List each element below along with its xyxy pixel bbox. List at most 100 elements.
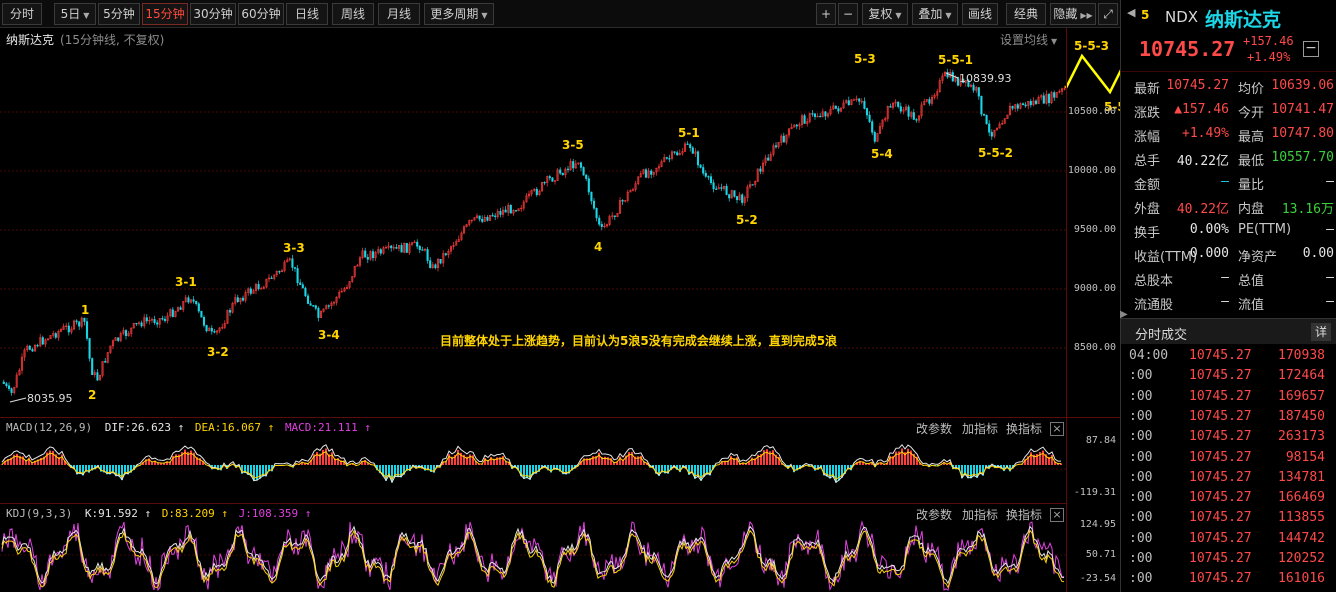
macd-panel[interactable]: MACD(12,26,9) DIF:26.623 ↑ DEA:16.067 ↑ … [0, 418, 1066, 504]
kdj-axis-mid: 50.71 [1085, 549, 1116, 560]
candle-body [819, 115, 822, 118]
candle-body [444, 253, 447, 256]
candle-body [179, 307, 182, 310]
tick-time: 04:00 [1129, 348, 1169, 363]
tick-time: :00 [1129, 551, 1153, 566]
candle-body [741, 194, 744, 203]
quote-value: — [1326, 222, 1334, 237]
macd-axis-bottom: -119.31 [1073, 487, 1116, 498]
tick-price: 10745.27 [1189, 571, 1252, 587]
ticks-detail-button[interactable]: 详 [1311, 323, 1331, 341]
macd-add-indicator-button[interactable]: 加指标 [962, 420, 998, 437]
candle-body [699, 164, 702, 168]
candle-body [202, 316, 206, 326]
quote-value: 10747.80 [1271, 126, 1334, 141]
candle-body [1029, 101, 1032, 106]
tick-volume: 120252 [1278, 551, 1325, 566]
candle-body [228, 310, 232, 313]
kdj-k-value: K:91.592 ↑ [84, 507, 152, 520]
wave-label: 5-1 [678, 126, 700, 140]
wave-label: 3-5 [562, 138, 584, 152]
candle-body [135, 322, 138, 325]
candle-body [585, 174, 588, 179]
price-tick: 8500.00 [1073, 342, 1116, 353]
candle-body [725, 185, 728, 195]
candle-body [434, 264, 437, 269]
kdj-panel[interactable]: KDJ(9,3,3) K:91.592 ↑ D:83.209 ↑ J:108.3… [0, 504, 1066, 592]
candle-body [709, 176, 713, 184]
low-price-text: 8035.95 [27, 392, 73, 405]
tick-time: :00 [1129, 388, 1153, 404]
tick-time: :00 [1129, 408, 1153, 424]
quote-value: 0.00 [1302, 246, 1334, 261]
candle-body [304, 287, 307, 297]
tick-price: 10745.27 [1189, 469, 1252, 485]
candle-body [728, 194, 731, 199]
side-collapse-arrow-icon[interactable]: ▶ [1120, 300, 1128, 330]
macd-close-icon[interactable]: × [1050, 422, 1064, 436]
candle-body [31, 349, 34, 352]
candle-body [426, 249, 429, 261]
candle-body [494, 215, 497, 218]
tick-row: :00 10745.27 263173 [1129, 429, 1336, 449]
kdj-switch-indicator-button[interactable]: 换指标 [1006, 506, 1042, 523]
high-price-marker: 10839.93 [945, 72, 1012, 85]
candle-body [210, 327, 213, 332]
candle-body [5, 383, 8, 386]
kdj-close-icon[interactable]: × [1050, 508, 1064, 522]
candle-body [548, 176, 551, 179]
kdj-edit-params-button[interactable]: 改参数 [916, 506, 952, 523]
candle-body [514, 210, 518, 212]
quote-key: 量比 [1238, 178, 1265, 193]
price-change-pct: +1.49% [1247, 50, 1291, 64]
analysis-annotation: 目前整体处于上涨趋势，目前认为5浪5没有完成会继续上涨，直到完成5浪 [440, 333, 837, 348]
candle-body [88, 338, 91, 359]
candle-body [813, 113, 817, 117]
macd-switch-indicator-button[interactable]: 换指标 [1006, 420, 1042, 437]
candle-body [824, 111, 827, 117]
tick-row: :00 10745.27 134781 [1129, 470, 1336, 490]
candle-body [278, 271, 281, 273]
candle-body [915, 119, 918, 121]
collapse-quote-icon[interactable]: − [1303, 41, 1319, 57]
price-axis: 10500.00 10000.00 9500.00 9000.00 8500.0… [1066, 28, 1120, 592]
candle-body [491, 215, 494, 217]
candle-body [291, 258, 294, 268]
tick-time: :00 [1129, 530, 1153, 546]
candle-body [572, 161, 575, 169]
price-tick: 9000.00 [1073, 283, 1116, 294]
candle-body [1047, 94, 1051, 103]
high-price-text: 10839.93 [959, 72, 1012, 85]
quote-value: — [1326, 174, 1334, 189]
candle-body [163, 318, 167, 321]
candle-body [551, 177, 554, 182]
quote-row: 涨跌 ▲157.46 今开 10741.47 [1134, 102, 1334, 124]
candle-body [299, 282, 302, 285]
macd-edit-params-button[interactable]: 改参数 [916, 420, 952, 437]
candle-body [78, 321, 81, 327]
kdj-add-indicator-button[interactable]: 加指标 [962, 506, 998, 523]
candle-body [712, 182, 715, 190]
candle-body [733, 190, 736, 197]
tick-row: 04:00 10745.27 170938 [1129, 348, 1336, 368]
candle-body [301, 284, 304, 289]
candle-body [2, 381, 5, 384]
candle-body [171, 309, 174, 317]
divider [1121, 71, 1336, 72]
candle-body [192, 299, 195, 302]
tick-price: 10745.27 [1189, 510, 1252, 526]
quote-value: 40.22亿 [1176, 154, 1229, 169]
quote-key: 最低 [1238, 154, 1265, 169]
wave-label: 5-5-1 [938, 53, 973, 67]
candle-body [834, 105, 837, 109]
candle-body [213, 330, 216, 333]
quote-value: 10639.06 [1271, 78, 1334, 93]
tick-volume: 169657 [1278, 388, 1325, 404]
candle-body [364, 250, 367, 258]
candle-body [707, 176, 710, 178]
candle-body [405, 242, 408, 253]
candle-body [1024, 104, 1027, 107]
candle-body [566, 168, 570, 171]
candle-body [751, 184, 754, 186]
candle-body [416, 241, 419, 247]
